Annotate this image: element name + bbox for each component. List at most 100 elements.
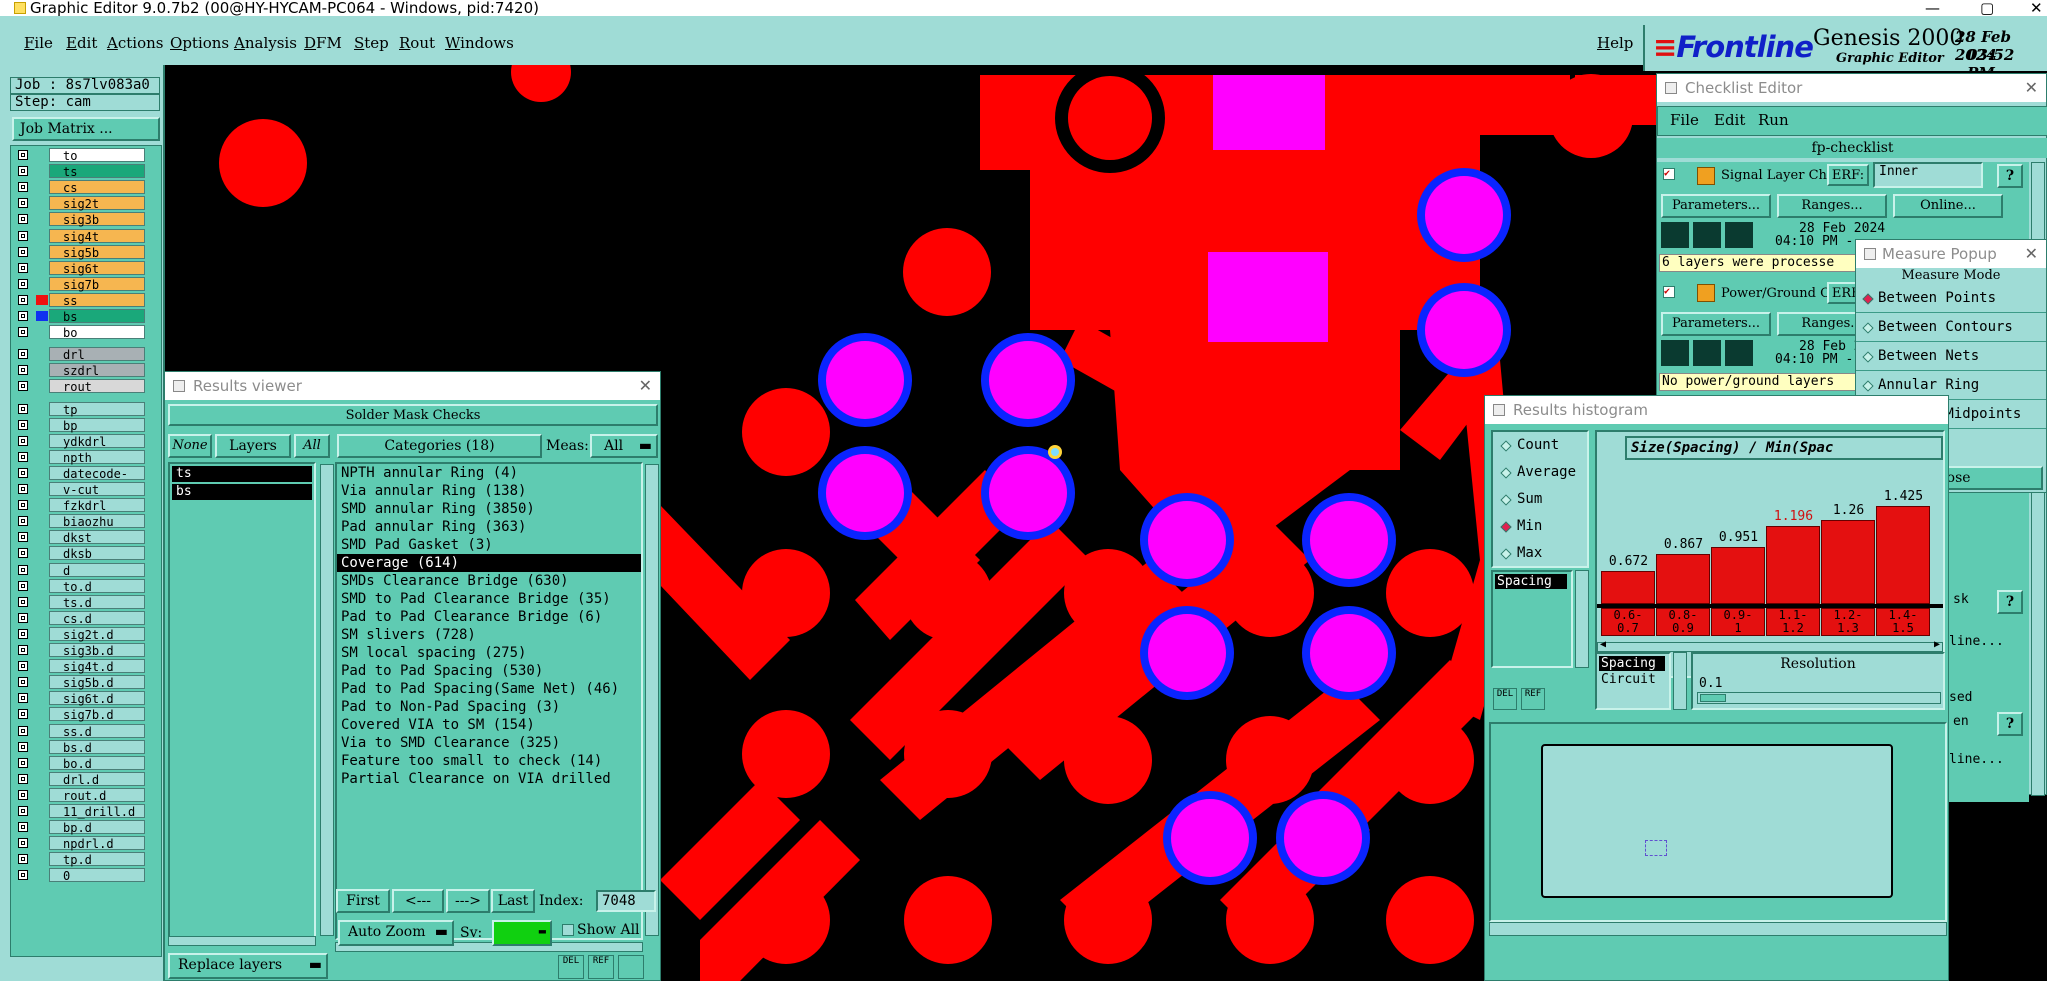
layer-name[interactable]: v-cut (49, 482, 145, 497)
layer-name[interactable]: sig5b.d (49, 675, 145, 690)
layer-checkbox[interactable] (18, 365, 28, 376)
menu-actions[interactable]: Actions (107, 34, 163, 52)
layer-row[interactable]: drl (13, 347, 145, 362)
layer-color-swatch[interactable] (36, 365, 48, 375)
layer-color-swatch[interactable] (36, 709, 48, 719)
layer-name[interactable]: dkst (49, 530, 145, 545)
undo-icon[interactable] (618, 955, 644, 979)
layer-row[interactable]: dksb (13, 546, 145, 561)
layer-name[interactable]: drl.d (49, 771, 145, 787)
layer-color-swatch[interactable] (36, 436, 48, 446)
layer-color-swatch[interactable] (36, 870, 48, 880)
layer-row[interactable]: sig7b.d (13, 707, 145, 722)
layer-name[interactable]: to (49, 148, 145, 163)
layer-checkbox[interactable] (18, 677, 28, 688)
layer-name[interactable]: ts (49, 164, 145, 179)
layer-row[interactable]: rout.d (13, 787, 145, 803)
layer-checkbox[interactable] (18, 612, 28, 623)
result-layer-list[interactable]: ts bs (168, 462, 316, 942)
menu-analysis[interactable]: Analysis (234, 34, 297, 52)
histogram-hscroll[interactable]: ◀ ▶ (1597, 639, 1943, 652)
layer-color-swatch[interactable] (36, 726, 48, 736)
category-item[interactable]: Via to SMD Clearance (325) (337, 734, 641, 752)
layer-color-swatch[interactable] (36, 790, 48, 800)
layer-checkbox[interactable] (18, 516, 28, 527)
layer-checkbox[interactable] (18, 435, 28, 446)
sv-color-dropdown[interactable]: ▬ (492, 920, 552, 946)
result-layer-ts[interactable]: ts (172, 466, 312, 482)
layer-checkbox[interactable] (18, 789, 28, 800)
checklist-menu-file[interactable]: File (1670, 111, 1699, 129)
layer-row[interactable]: cs (13, 180, 145, 195)
run-icon[interactable] (1693, 222, 1721, 248)
categories-list[interactable]: NPTH annular Ring (4) Via annular Ring (1… (335, 462, 643, 940)
layer-color-swatch[interactable] (36, 532, 48, 542)
layer-row[interactable]: to.d (13, 578, 145, 594)
layer-color-swatch[interactable] (36, 806, 48, 816)
layer-row[interactable]: datecode-pte (13, 465, 145, 495)
category-item[interactable]: Coverage (614) (337, 554, 641, 572)
layer-color-swatch[interactable] (36, 404, 48, 414)
layer-checkbox[interactable] (18, 327, 28, 338)
layer-name[interactable]: rout (49, 379, 145, 394)
layer-color-swatch[interactable] (36, 693, 48, 703)
menu-help[interactable]: Help (1597, 34, 1633, 52)
layer-name[interactable]: bo (49, 325, 145, 340)
menu-dfm[interactable]: DFM (304, 34, 342, 52)
layer-name[interactable]: sig7b.d (49, 707, 145, 722)
show-all-checkbox[interactable] (562, 924, 574, 936)
layer-name[interactable]: ss (49, 292, 145, 308)
category-item[interactable]: Via annular Ring (138) (337, 482, 641, 500)
layer-row[interactable]: ss (13, 292, 145, 308)
layer-color-swatch[interactable] (36, 166, 48, 176)
histogram-attr-scrollbar[interactable] (1575, 570, 1589, 668)
layer-checkbox[interactable] (18, 661, 28, 672)
last-button[interactable]: Last (491, 889, 535, 913)
histogram-option[interactable]: Average (1493, 459, 1587, 486)
layer-color-swatch[interactable] (36, 468, 48, 478)
result-layer-bs[interactable]: bs (172, 484, 312, 500)
layer-color-swatch[interactable] (36, 677, 48, 687)
layer-color-swatch[interactable] (36, 214, 48, 224)
histogram-attr-list[interactable]: Spacing (1491, 570, 1573, 668)
layer-list-scrollbar[interactable] (320, 464, 334, 936)
layer-name[interactable]: sig7b (49, 276, 145, 292)
layer-row[interactable]: v-cut (13, 482, 145, 497)
layer-row[interactable]: ts (13, 164, 145, 179)
layer-row[interactable]: ss.d (13, 723, 145, 739)
category-item[interactable]: SMD annular Ring (3850) (337, 500, 641, 518)
job-matrix-button[interactable]: Job Matrix ... (12, 117, 160, 141)
layer-checkbox[interactable] (18, 580, 28, 591)
layer-color-swatch[interactable] (36, 645, 48, 655)
prev-button[interactable]: <--- (392, 889, 444, 913)
layer-row[interactable]: bp.d (13, 820, 145, 835)
category-item[interactable]: Covered VIA to SM (154) (337, 716, 641, 734)
check-icon[interactable]: ✔ (1663, 286, 1675, 298)
layer-row[interactable]: 0 (13, 868, 145, 883)
category-item[interactable]: Partial Clearance on VIA drilled (337, 770, 641, 788)
check-icon[interactable]: ✔ (1663, 168, 1675, 180)
layer-row[interactable]: npdrl.d (13, 836, 145, 851)
category-item[interactable]: Pad to Non-Pad Spacing (3) (337, 698, 641, 716)
layer-checkbox[interactable] (18, 693, 28, 704)
layer-name[interactable]: tp (49, 401, 145, 417)
layer-color-swatch[interactable] (36, 294, 48, 305)
layer-checkbox[interactable] (18, 564, 28, 575)
run-icon[interactable] (1693, 340, 1721, 366)
layer-color-swatch[interactable] (36, 263, 48, 273)
layer-checkbox[interactable] (18, 419, 28, 430)
measure-mode-option[interactable]: Between Nets (1856, 342, 2046, 371)
layer-row[interactable]: rout (13, 379, 145, 394)
layer-checkbox[interactable] (18, 214, 28, 225)
auto-zoom-dropdown[interactable]: Auto Zoom ▬ (338, 920, 454, 946)
menu-rout[interactable]: Rout (399, 34, 435, 52)
layer-checkbox[interactable] (18, 451, 28, 462)
layer-name[interactable]: fzkdrl (49, 498, 145, 513)
run-icon[interactable] (1725, 222, 1753, 248)
layer-name[interactable]: npdrl.d (49, 836, 145, 851)
category-item[interactable]: Pad annular Ring (363) (337, 518, 641, 536)
menu-file[interactable]: File (24, 34, 53, 52)
menu-options[interactable]: Options (170, 34, 229, 52)
layer-checkbox[interactable] (18, 198, 28, 209)
layer-checkbox[interactable] (18, 548, 28, 559)
